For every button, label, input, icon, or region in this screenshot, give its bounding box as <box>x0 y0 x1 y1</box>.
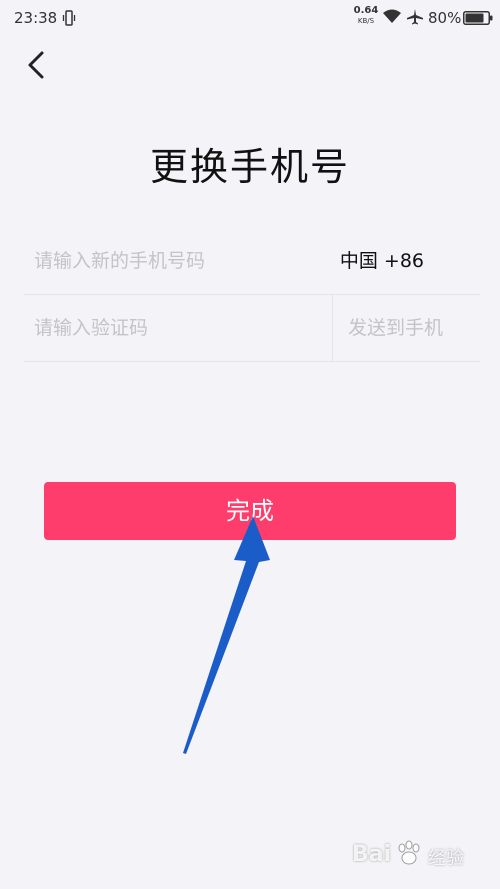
verification-code-row: 发送到手机 <box>24 295 480 362</box>
chevron-left-icon <box>28 51 44 79</box>
page-title: 更换手机号 <box>149 145 350 189</box>
verification-code-input[interactable] <box>34 295 324 361</box>
phone-row: 中国 +86 <box>24 228 480 295</box>
status-time: 23:38 <box>14 9 58 27</box>
baidu-paw-icon <box>398 840 420 865</box>
back-button[interactable] <box>18 46 58 86</box>
country-code-selector[interactable]: 中国 +86 <box>340 228 424 294</box>
baidu-jingyan-watermark: Bai 经验 <box>352 836 492 880</box>
change-phone-form: 中国 +86 发送到手机 <box>24 228 480 362</box>
network-speed-value: 0.64 <box>353 5 379 16</box>
send-code-divider <box>332 295 333 361</box>
new-phone-input[interactable] <box>34 228 334 294</box>
status-bar: 23:38 0.64 KB/S 80% <box>0 0 500 36</box>
watermark-suffix-text: 经验 <box>428 848 464 869</box>
watermark-logo-text: Bai <box>352 842 392 867</box>
network-speed-unit: KB/S <box>357 17 375 25</box>
network-speed: 0.64 KB/S <box>352 6 380 26</box>
done-button[interactable]: 完成 <box>44 482 456 540</box>
battery-percentage: 80% <box>428 9 462 27</box>
annotation-arrow-icon <box>183 516 270 754</box>
battery-icon <box>463 11 493 25</box>
wifi-icon <box>383 9 401 23</box>
send-code-button[interactable]: 发送到手机 <box>348 295 443 361</box>
vibrate-icon <box>62 10 76 26</box>
airplane-icon <box>407 9 423 25</box>
